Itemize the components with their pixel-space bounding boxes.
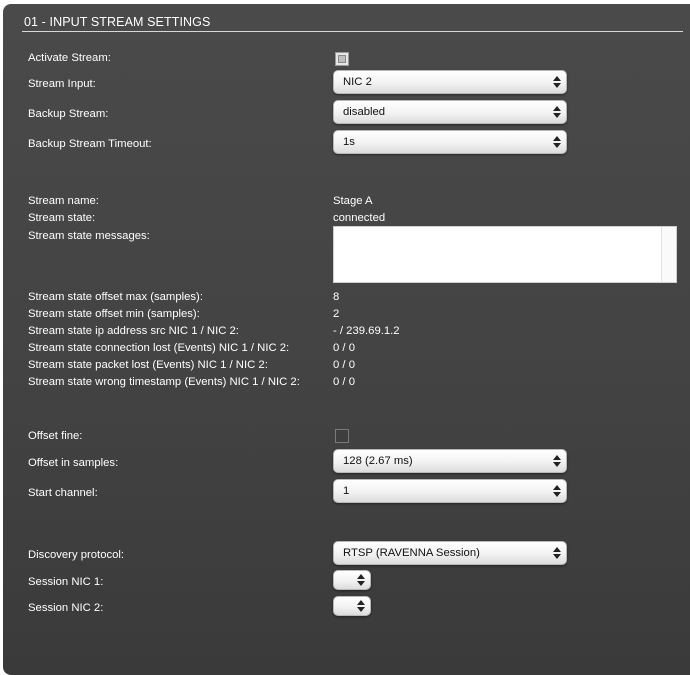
backup-stream-timeout-select[interactable]: 1s — [333, 130, 567, 154]
messages-scrollbar[interactable] — [661, 227, 676, 282]
wrong-timestamp-value: 0 / 0 — [333, 376, 355, 388]
wrong-timestamp-label: Stream state wrong timestamp (Events) NI… — [28, 376, 300, 388]
input-stream-settings-panel: 01 - INPUT STREAM SETTINGS Activate Stre… — [3, 4, 690, 675]
offset-fine-checkbox[interactable] — [335, 429, 349, 443]
offset-in-samples-value: 128 (2.67 ms) — [343, 455, 413, 467]
backup-stream-timeout-label: Backup Stream Timeout: — [28, 138, 152, 150]
section-title: 01 - INPUT STREAM SETTINGS — [24, 15, 211, 29]
select-arrows-icon — [553, 547, 561, 559]
ip-src-value: - / 239.69.1.2 — [333, 325, 400, 337]
offset-min-label: Stream state offset min (samples): — [28, 308, 200, 320]
start-channel-select[interactable]: 1 — [333, 479, 567, 503]
stream-name-value: Stage A — [333, 195, 373, 207]
connection-lost-value: 0 / 0 — [333, 342, 355, 354]
offset-min-value: 2 — [333, 308, 340, 320]
packet-lost-value: 0 / 0 — [333, 359, 355, 371]
discovery-protocol-select[interactable]: RTSP (RAVENNA Session) — [333, 541, 567, 565]
select-arrows-icon — [553, 485, 561, 497]
select-arrows-icon — [553, 76, 561, 88]
start-channel-value: 1 — [343, 485, 350, 497]
select-arrows-icon — [553, 455, 561, 467]
backup-stream-value: disabled — [343, 106, 386, 118]
stream-input-select[interactable]: NIC 2 — [333, 70, 567, 94]
backup-stream-timeout-value: 1s — [343, 136, 355, 148]
select-arrows-icon — [553, 106, 561, 118]
ip-src-label: Stream state ip address src NIC 1 / NIC … — [28, 325, 239, 337]
activate-stream-checkbox[interactable] — [335, 52, 349, 66]
stream-state-messages-box[interactable] — [333, 226, 677, 283]
start-channel-label: Start channel: — [28, 487, 98, 499]
packet-lost-label: Stream state packet lost (Events) NIC 1 … — [28, 359, 268, 371]
offset-max-label: Stream state offset max (samples): — [28, 291, 203, 303]
stream-input-value: NIC 2 — [343, 76, 372, 88]
title-divider — [22, 31, 683, 32]
discovery-protocol-value: RTSP (RAVENNA Session) — [343, 547, 480, 559]
offset-in-samples-select[interactable]: 128 (2.67 ms) — [333, 449, 567, 473]
session-nic2-label: Session NIC 2: — [28, 602, 104, 614]
backup-stream-select[interactable]: disabled — [333, 100, 567, 124]
stream-name-label: Stream name: — [28, 195, 99, 207]
activate-stream-label: Activate Stream: — [28, 52, 111, 64]
session-nic1-select[interactable] — [333, 570, 371, 590]
select-arrows-icon — [553, 136, 561, 148]
checkbox-check-mark — [338, 55, 346, 63]
offset-fine-label: Offset fine: — [28, 430, 83, 442]
connection-lost-label: Stream state connection lost (Events) NI… — [28, 342, 290, 354]
select-arrows-icon — [357, 574, 365, 586]
session-nic2-select[interactable] — [333, 596, 371, 616]
offset-in-samples-label: Offset in samples: — [28, 457, 119, 469]
discovery-protocol-label: Discovery protocol: — [28, 549, 125, 561]
backup-stream-label: Backup Stream: — [28, 108, 109, 120]
session-nic1-label: Session NIC 1: — [28, 576, 104, 588]
stream-state-value: connected — [333, 212, 386, 224]
offset-max-value: 8 — [333, 291, 340, 303]
stream-input-label: Stream Input: — [28, 78, 96, 90]
stream-state-messages-label: Stream state messages: — [28, 230, 150, 242]
stream-state-label: Stream state: — [28, 212, 96, 224]
select-arrows-icon — [357, 600, 365, 612]
